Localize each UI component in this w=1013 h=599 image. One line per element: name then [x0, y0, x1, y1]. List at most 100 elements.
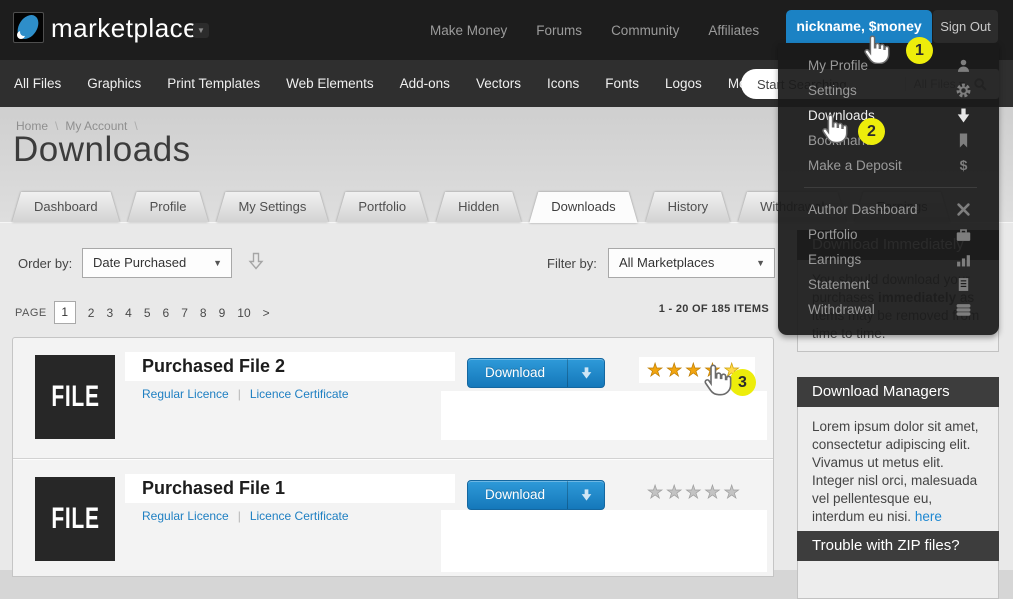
tab-portfolio[interactable]: Portfolio [336, 192, 428, 223]
cat-web-elements[interactable]: Web Elements [286, 76, 374, 91]
marketplace-logo-icon[interactable] [13, 12, 44, 43]
nav-make-money[interactable]: Make Money [430, 23, 507, 38]
tab-downloads[interactable]: Downloads [529, 192, 637, 223]
file-thumbnail[interactable]: FILE [35, 477, 115, 561]
file-thumbnail[interactable]: FILE [35, 355, 115, 439]
page-7[interactable]: 7 [181, 306, 188, 320]
licence-links: Regular Licence | Licence Certificate [142, 387, 349, 401]
cat-add-ons[interactable]: Add-ons [400, 76, 450, 91]
page-next[interactable]: > [263, 306, 270, 320]
menu-item-label: Portfolio [808, 227, 858, 242]
page-2[interactable]: 2 [88, 306, 95, 320]
tab-dashboard[interactable]: Dashboard [12, 192, 120, 223]
nav-forums[interactable]: Forums [536, 23, 582, 38]
star-icon[interactable] [647, 482, 666, 502]
tab-my-settings[interactable]: My Settings [216, 192, 328, 223]
statement-icon [956, 277, 971, 292]
menu-item-label: My Profile [808, 58, 868, 73]
sign-out-button[interactable]: Sign Out [933, 10, 998, 43]
regular-licence-link[interactable]: Regular Licence [142, 387, 229, 401]
page-10[interactable]: 10 [237, 306, 250, 320]
star-icon[interactable] [685, 482, 704, 502]
cat-logos[interactable]: Logos [665, 76, 702, 91]
top-nav: Make Money Forums Community Affiliates H… [430, 0, 816, 60]
cat-icons[interactable]: Icons [547, 76, 579, 91]
page-8[interactable]: 8 [200, 306, 207, 320]
menu-item-bookmarks[interactable]: Bookmarks [778, 128, 999, 153]
item-detail-panel [441, 510, 767, 572]
page-current[interactable]: 1 [54, 301, 76, 324]
menu-item-label: Earnings [808, 252, 861, 267]
menu-item-earnings[interactable]: Earnings [778, 247, 999, 272]
menu-item-portfolio[interactable]: Portfolio [778, 222, 999, 247]
logo-chevron-down-icon[interactable]: ▼ [193, 23, 209, 38]
download-button-label: Download [485, 481, 545, 508]
order-by-dropdown[interactable]: Date Purchased▼ [82, 248, 232, 278]
money-icon [956, 302, 971, 317]
download-arrow-icon[interactable] [567, 481, 604, 509]
hand-cursor-icon [820, 113, 848, 143]
menu-item-label: Settings [808, 83, 857, 98]
page-4[interactable]: 4 [125, 306, 132, 320]
cat-all-files[interactable]: All Files [14, 76, 61, 91]
star-rating[interactable] [639, 479, 751, 505]
step-badge-3: 3 [729, 369, 756, 396]
sidebar-box-body: Lorem ipsum dolor sit amet, consectetur … [797, 407, 999, 538]
menu-item-withdrawal[interactable]: Withdrawal [778, 297, 999, 322]
cat-fonts[interactable]: Fonts [605, 76, 639, 91]
tab-profile[interactable]: Profile [128, 192, 209, 223]
menu-item-downloads[interactable]: Downloads [778, 103, 999, 128]
logo-wordmark[interactable]: marketplace [51, 13, 198, 44]
tab-history[interactable]: History [646, 192, 730, 223]
menu-item-settings[interactable]: Settings [778, 78, 999, 103]
page-6[interactable]: 6 [163, 306, 170, 320]
page-9[interactable]: 9 [219, 306, 226, 320]
nav-community[interactable]: Community [611, 23, 679, 38]
link-separator: | [238, 387, 241, 401]
download-button[interactable]: Download [467, 358, 605, 388]
star-icon[interactable] [704, 482, 723, 502]
item-title[interactable]: Purchased File 2 [125, 352, 455, 381]
regular-licence-link[interactable]: Regular Licence [142, 509, 229, 523]
download-arrow-icon[interactable] [567, 359, 604, 387]
cat-print-templates[interactable]: Print Templates [167, 76, 260, 91]
chevron-down-icon: ▼ [213, 249, 222, 277]
licence-certificate-link[interactable]: Licence Certificate [250, 387, 349, 401]
menu-item-author-dashboard[interactable]: Author Dashboard [778, 197, 999, 222]
page-5[interactable]: 5 [144, 306, 151, 320]
bar-chart-icon [956, 252, 971, 267]
licence-certificate-link[interactable]: Licence Certificate [250, 509, 349, 523]
tab-hidden[interactable]: Hidden [436, 192, 521, 223]
filter-by-dropdown[interactable]: All Marketplaces▼ [608, 248, 775, 278]
menu-item-statement[interactable]: Statement [778, 272, 999, 297]
star-icon[interactable] [647, 360, 666, 380]
star-icon[interactable] [724, 482, 743, 502]
nav-affiliates[interactable]: Affiliates [708, 23, 759, 38]
star-icon[interactable] [666, 482, 685, 502]
link-separator: | [238, 509, 241, 523]
download-list-item: FILE Purchased File 1 Regular Licence | Li… [13, 459, 773, 579]
page-3[interactable]: 3 [106, 306, 113, 320]
item-detail-panel [441, 391, 767, 440]
step-badge-2: 2 [858, 118, 885, 145]
sidebar-box-body [797, 561, 999, 599]
item-title[interactable]: Purchased File 1 [125, 474, 455, 503]
menu-item-make-a-deposit[interactable]: Make a Deposit $ [778, 153, 999, 178]
cat-graphics[interactable]: Graphics [87, 76, 141, 91]
user-account-button[interactable]: nickname, $money [786, 10, 932, 43]
here-link[interactable]: here [915, 509, 942, 524]
download-outline-icon[interactable] [248, 252, 264, 274]
gear-icon [956, 83, 971, 98]
sidebar-box-title: Trouble with ZIP files? [797, 531, 999, 561]
download-button[interactable]: Download [467, 480, 605, 510]
menu-item-label: Statement [808, 277, 870, 292]
dollar-icon: $ [956, 158, 971, 173]
sidebar-box-download-managers: Download Managers Lorem ipsum dolor sit … [797, 377, 999, 538]
cat-vectors[interactable]: Vectors [476, 76, 521, 91]
user-dropdown-menu: My Profile Settings Downloads Bookmarks … [778, 43, 999, 335]
user-icon [956, 58, 971, 73]
sidebar-box-zip-trouble: Trouble with ZIP files? [797, 531, 999, 599]
star-icon[interactable] [666, 360, 685, 380]
download-list-item: FILE Purchased File 2 Regular Licence | Li… [13, 338, 773, 459]
page-label: PAGE [15, 307, 47, 319]
